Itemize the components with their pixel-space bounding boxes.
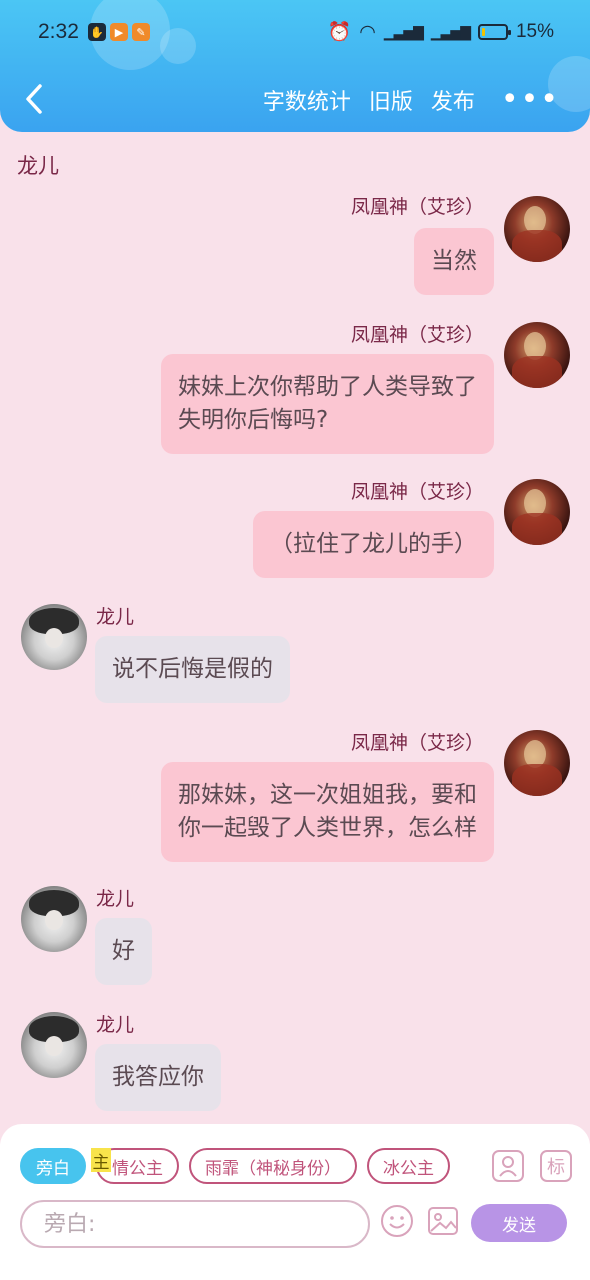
tag-icon[interactable]: 标: [540, 1150, 572, 1182]
message-sender: 龙儿: [96, 606, 135, 628]
message-line: 妹妹上次你帮助了人类导致了: [178, 374, 477, 400]
alarm-icon: ⏰: [327, 22, 352, 43]
message-line: 那妹妹，这一次姐姐我，要和: [178, 782, 477, 808]
header-actions: 字数统计 旧版 发布 •••: [263, 84, 560, 116]
message-line: 当然: [431, 248, 477, 274]
message-sender: 凤凰神（艾珍）: [350, 196, 484, 218]
more-options-icon[interactable]: •••: [501, 85, 560, 115]
message-sender: 龙儿: [96, 888, 135, 910]
avatar[interactable]: [21, 1012, 87, 1078]
message-line: （拉住了龙儿的手）: [270, 531, 477, 557]
message-sender: 龙儿: [96, 1014, 135, 1036]
message-bubble[interactable]: 好: [95, 918, 152, 985]
message-input[interactable]: [22, 1202, 368, 1246]
status-time: 2:32: [38, 20, 79, 43]
play-icon: ▶: [110, 23, 128, 41]
message-bubble[interactable]: 当然: [414, 228, 494, 295]
message-line: 说不后悔是假的: [112, 656, 273, 682]
avatar[interactable]: [504, 196, 570, 262]
message-bubble[interactable]: 我答应你: [95, 1044, 221, 1111]
message-sender: 凤凰神（艾珍）: [350, 732, 484, 754]
message-bubble[interactable]: 妹妹上次你帮助了人类导致了 失明你后悔吗?: [161, 354, 494, 454]
avatar[interactable]: [504, 730, 570, 796]
role-chip-narrator[interactable]: 旁白: [20, 1148, 86, 1184]
message-sender: 凤凰神（艾珍）: [350, 481, 484, 503]
message-bubble[interactable]: 那妹妹，这一次姐姐我，要和 你一起毁了人类世界，怎么样: [161, 762, 494, 862]
app-icon: ✎: [132, 23, 150, 41]
person-icon[interactable]: [492, 1150, 524, 1182]
message-line: 失明你后悔吗?: [178, 407, 329, 433]
role-chip[interactable]: 冰公主: [367, 1148, 450, 1184]
message-line: 你一起毁了人类世界，怎么样: [178, 815, 477, 841]
message-bubble[interactable]: （拉住了龙儿的手）: [253, 511, 494, 578]
image-icon[interactable]: [426, 1204, 460, 1238]
battery-percent: 15%: [515, 21, 554, 42]
status-system-icons: ⏰ ◠ ▁▃▅▇ ▁▃▅▇ 15%: [328, 20, 554, 44]
avatar[interactable]: [504, 479, 570, 545]
back-arrow-icon[interactable]: [20, 82, 50, 116]
message-bubble[interactable]: 说不后悔是假的: [95, 636, 290, 703]
person-glyph-icon: [499, 1156, 517, 1177]
send-button[interactable]: 发送: [471, 1204, 567, 1242]
input-panel: 旁白 情公主 雨霏（神秘身份） 冰公主 主 标 发送: [0, 1124, 590, 1280]
old-version-button[interactable]: 旧版: [369, 84, 413, 116]
top-header: 2:32 ✋ ▶ ✎ ⏰ ◠ ▁▃▅▇ ▁▃▅▇ 15% 字数统计 旧版 发布 …: [0, 0, 590, 132]
word-count-button[interactable]: 字数统计: [263, 84, 351, 116]
avatar[interactable]: [21, 604, 87, 670]
message-line: 我答应你: [112, 1064, 204, 1090]
role-chip[interactable]: 雨霏（神秘身份）: [189, 1148, 357, 1184]
main-role-marker: 主: [91, 1148, 111, 1173]
battery-fill: [481, 28, 485, 36]
publish-button[interactable]: 发布: [431, 84, 475, 116]
wifi-icon: ◠: [359, 21, 376, 43]
avatar[interactable]: [504, 322, 570, 388]
signal-icon-2: ▁▃▅▇: [430, 23, 471, 40]
message-list[interactable]: 凤凰神（艾珍） 当然 凤凰神（艾珍） 妹妹上次你帮助了人类导致了 失明你后悔吗?…: [0, 196, 590, 1124]
message-sender: 凤凰神（艾珍）: [350, 324, 484, 346]
message-input-wrapper: [20, 1200, 370, 1248]
status-notification-icons: ✋ ▶ ✎: [88, 23, 150, 41]
battery-icon: [477, 24, 511, 40]
status-bar: 2:32 ✋ ▶ ✎ ⏰ ◠ ▁▃▅▇ ▁▃▅▇ 15%: [0, 14, 590, 52]
chat-title: 龙儿: [17, 154, 59, 178]
emoji-icon[interactable]: [380, 1204, 414, 1238]
signal-icon: ▁▃▅▇: [383, 23, 424, 40]
avatar[interactable]: [21, 886, 87, 952]
hand-icon: ✋: [88, 23, 106, 41]
message-line: 好: [112, 938, 135, 964]
